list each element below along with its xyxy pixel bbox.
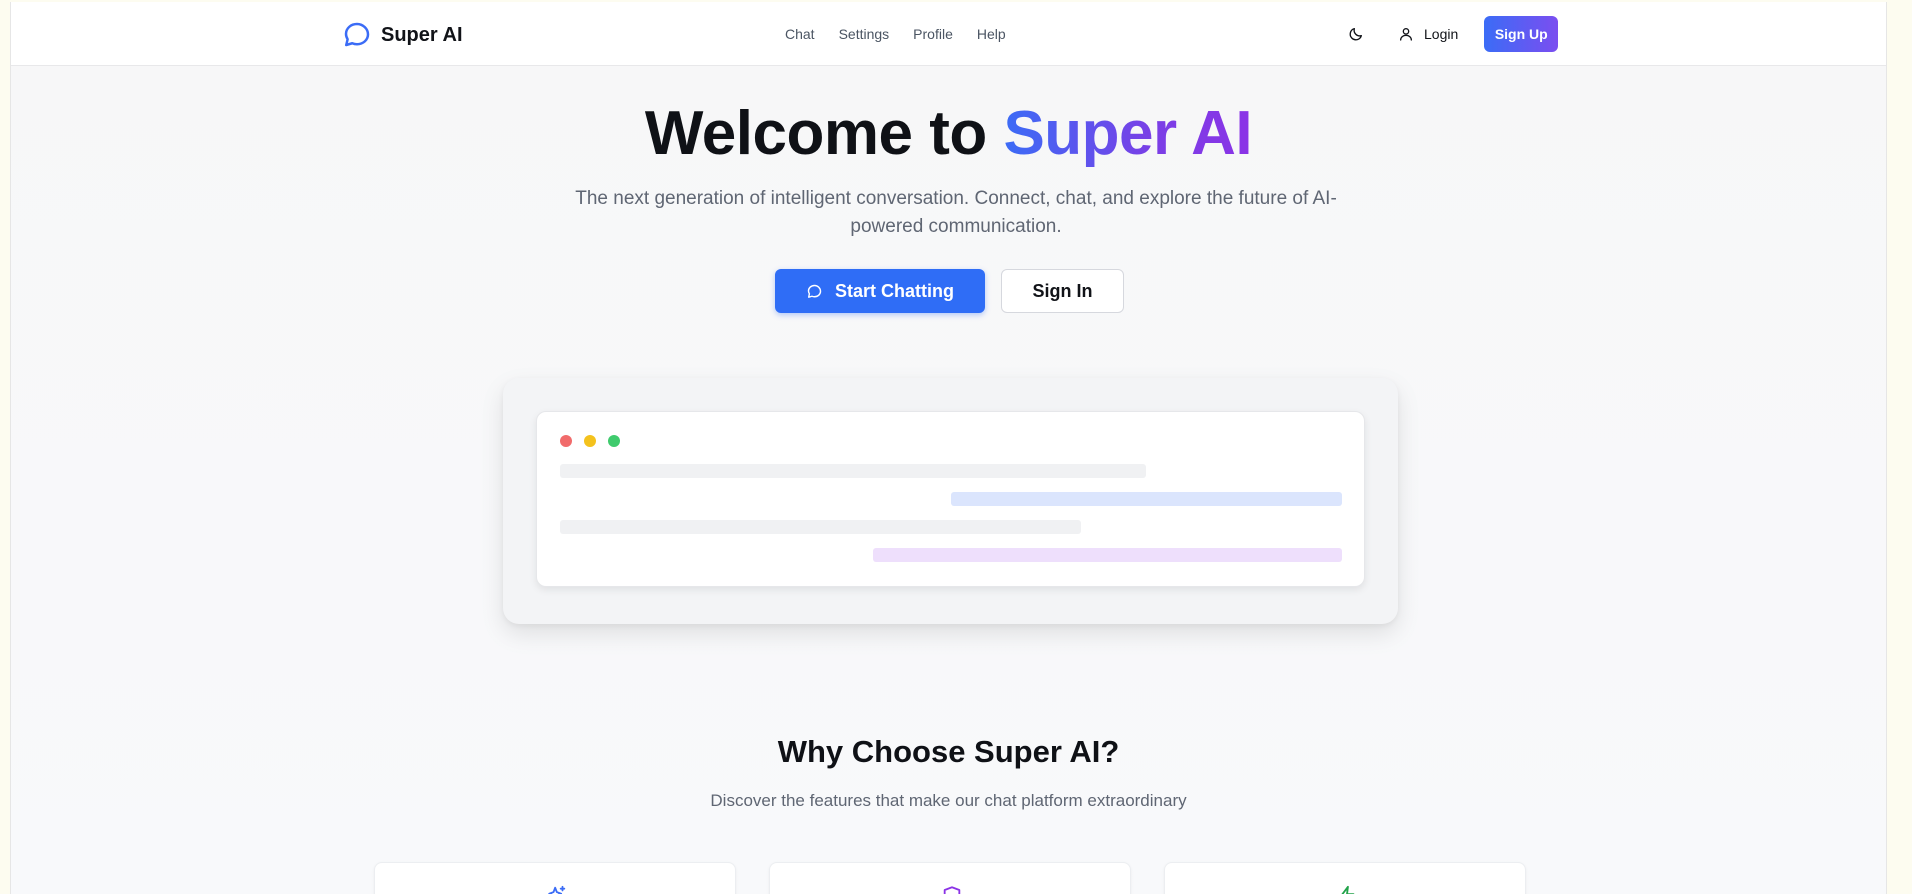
preview-message-bar (560, 464, 1146, 478)
feature-card (374, 862, 736, 894)
window-maximize-dot (608, 435, 620, 447)
brand-name: Super AI (381, 23, 463, 46)
app-frame: Super AI Chat Settings Profile Help Logi… (10, 2, 1887, 894)
window-close-dot (560, 435, 572, 447)
chat-preview-window (536, 411, 1365, 587)
signup-button[interactable]: Sign Up (1484, 16, 1559, 52)
hero-subtitle: The next generation of intelligent conve… (575, 188, 1337, 237)
preview-message-bar (873, 548, 1342, 562)
features-subtitle: Discover the features that make our chat… (710, 791, 1187, 810)
main-menu: Chat Settings Profile Help (785, 26, 1006, 42)
hero-title-prefix: Welcome to (644, 99, 1004, 168)
chat-preview-card (503, 378, 1398, 624)
nav-link-chat[interactable]: Chat (785, 26, 815, 42)
nav-actions: Login Sign Up (1338, 16, 1559, 52)
start-chatting-label: Start Chatting (835, 280, 954, 301)
moon-icon (1349, 28, 1362, 41)
nav-link-settings[interactable]: Settings (839, 26, 890, 42)
window-minimize-dot (584, 435, 596, 447)
login-button[interactable]: Login (1386, 16, 1470, 52)
features-title: Why Choose Super AI? (777, 734, 1120, 769)
lightning-icon (1341, 885, 1355, 894)
preview-message-bar (560, 520, 1081, 534)
hero-cta-group: Start Chatting Sign In (775, 269, 1124, 313)
nav-link-help[interactable]: Help (977, 26, 1006, 42)
sparkles-icon (548, 885, 566, 894)
user-icon (1400, 28, 1412, 41)
shield-icon (943, 886, 961, 894)
start-chatting-button[interactable]: Start Chatting (775, 269, 985, 313)
brand[interactable]: Super AI (342, 20, 463, 50)
feature-card (769, 862, 1131, 894)
login-label: Login (1424, 26, 1459, 42)
theme-toggle-button[interactable] (1338, 16, 1374, 52)
chat-bubble-icon (807, 284, 822, 298)
nav-link-profile[interactable]: Profile (913, 26, 953, 42)
sign-in-button[interactable]: Sign In (1001, 269, 1124, 313)
top-navbar: Super AI Chat Settings Profile Help Logi… (11, 2, 1886, 66)
preview-message-bar (951, 492, 1342, 506)
hero-title-highlight: Super AI (1003, 99, 1253, 168)
hero-title: Welcome to Super AI (11, 98, 1886, 169)
feature-card (1164, 862, 1526, 894)
chat-bubble-logo-icon (344, 22, 370, 47)
